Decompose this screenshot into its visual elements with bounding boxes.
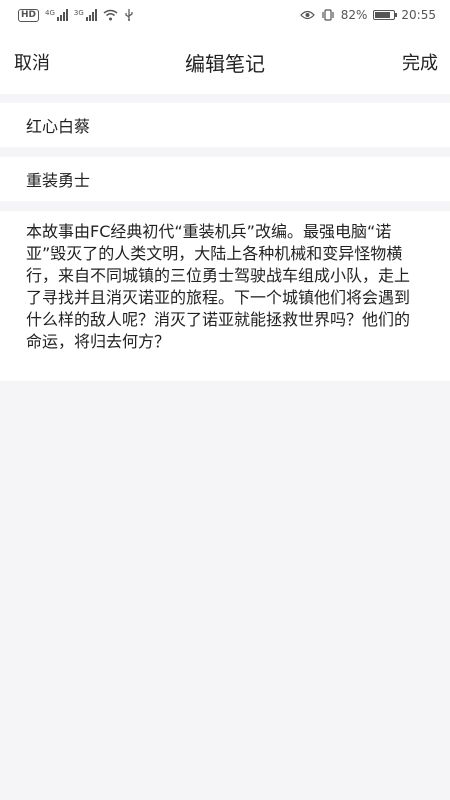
- vibrate-icon: [322, 9, 334, 21]
- nav-bar: 取消 编辑笔记 完成: [0, 30, 450, 94]
- note-body-text: 本故事由FC经典初代“重装机兵”改编。最强电脑“诺亚”毁灭了的人类文明，大陆上各…: [26, 222, 411, 351]
- status-bar: HD 4G 3G 82% 20:55: [0, 0, 450, 30]
- usb-icon: [125, 9, 133, 21]
- status-bar-right: 82% 20:55: [299, 8, 436, 22]
- cancel-button[interactable]: 取消: [14, 49, 50, 75]
- done-button[interactable]: 完成: [402, 49, 438, 75]
- note-title-field[interactable]: 红心白蔡: [0, 103, 450, 147]
- battery-percent: 82%: [340, 8, 368, 22]
- signal-type-label-secondary: 3G: [73, 9, 84, 17]
- note-subtitle-field[interactable]: 重装勇士: [0, 157, 450, 201]
- eye-icon: [299, 10, 315, 20]
- signal-icon: 4G: [45, 9, 68, 21]
- note-subtitle-text: 重装勇士: [26, 171, 91, 190]
- status-bar-left: HD 4G 3G: [18, 8, 134, 22]
- wifi-icon: [103, 9, 118, 21]
- battery-fill: [375, 12, 391, 18]
- note-body-field[interactable]: 本故事由FC经典初代“重装机兵”改编。最强电脑“诺亚”毁灭了的人类文明，大陆上各…: [0, 211, 450, 381]
- hd-icon: HD: [18, 8, 40, 22]
- signal-type-label: 4G: [45, 9, 55, 17]
- page-title: 编辑笔记: [185, 51, 265, 76]
- signal-icon-secondary: 3G: [74, 9, 97, 21]
- note-title-text: 红心白蔡: [26, 117, 91, 136]
- battery-icon: [373, 10, 398, 20]
- status-time: 20:55: [401, 8, 436, 22]
